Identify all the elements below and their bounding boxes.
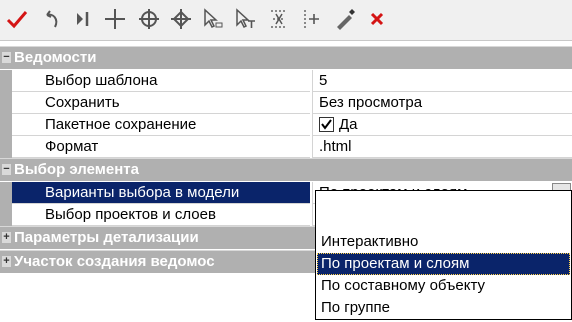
select-arrow-icon[interactable]	[200, 6, 226, 32]
category-element-selection[interactable]: − Выбор элемента	[0, 158, 572, 181]
close-icon[interactable]	[364, 6, 390, 32]
category-label: Участок создания ведомос	[14, 253, 215, 270]
property-name: Выбор шаблона	[12, 70, 310, 92]
undo-icon[interactable]	[38, 6, 64, 32]
row-gutter	[0, 182, 12, 204]
nodes-icon[interactable]	[298, 6, 324, 32]
property-value[interactable]: 5	[312, 70, 572, 92]
collapse-toggle-icon[interactable]: −	[2, 52, 11, 63]
property-name: Варианты выбора в модели	[12, 182, 310, 204]
toolbar	[0, 0, 572, 41]
property-name: Формат	[12, 136, 310, 158]
diamond-crosshair-icon[interactable]	[168, 6, 194, 32]
property-row-batch-save[interactable]: Пакетное сохранение Да	[0, 114, 572, 136]
property-name: Сохранить	[12, 92, 310, 114]
expand-toggle-icon[interactable]: +	[2, 256, 11, 267]
checkmark-icon[interactable]	[4, 6, 30, 32]
property-row-save[interactable]: Сохранить Без просмотра	[0, 92, 572, 114]
dropdown-option-selected[interactable]: По проектам и слоям	[317, 253, 570, 275]
cursor-line-icon[interactable]	[70, 6, 96, 32]
collapse-toggle-icon[interactable]: −	[2, 164, 11, 175]
crosshair-icon[interactable]	[102, 6, 128, 32]
batch-save-checkbox[interactable]	[319, 117, 334, 132]
select-text-icon[interactable]	[232, 6, 258, 32]
property-row-format[interactable]: Формат .html	[0, 136, 572, 158]
row-gutter	[0, 136, 12, 158]
snap-icon[interactable]	[266, 6, 292, 32]
property-value[interactable]: .html	[312, 136, 572, 158]
row-gutter	[0, 114, 12, 136]
property-name: Пакетное сохранение	[12, 114, 310, 136]
dropdown-option[interactable]: По группе	[317, 297, 570, 319]
row-gutter	[0, 70, 12, 92]
checkmark-icon	[321, 119, 332, 130]
expand-toggle-icon[interactable]: +	[2, 232, 11, 243]
category-vedomosti[interactable]: − Ведомости	[0, 46, 572, 69]
category-label: Параметры детализации	[14, 229, 199, 246]
pen-icon[interactable]	[332, 6, 358, 32]
property-name: Выбор проектов и слоев	[12, 204, 310, 226]
property-value[interactable]: Да	[312, 114, 572, 136]
dropdown-option[interactable]: Интерактивно	[317, 231, 570, 253]
property-value[interactable]: Без просмотра	[312, 92, 572, 114]
dropdown-option[interactable]: По составному объекту	[317, 275, 570, 297]
property-row-template[interactable]: Выбор шаблона 5	[0, 70, 572, 92]
category-label: Ведомости	[14, 49, 97, 66]
circle-crosshair-icon[interactable]	[136, 6, 162, 32]
row-gutter	[0, 92, 12, 114]
selection-options-dropdown[interactable]: Интерактивно По проектам и слоям По сост…	[315, 190, 572, 320]
category-label: Выбор элемента	[14, 161, 139, 178]
row-gutter	[0, 204, 12, 226]
